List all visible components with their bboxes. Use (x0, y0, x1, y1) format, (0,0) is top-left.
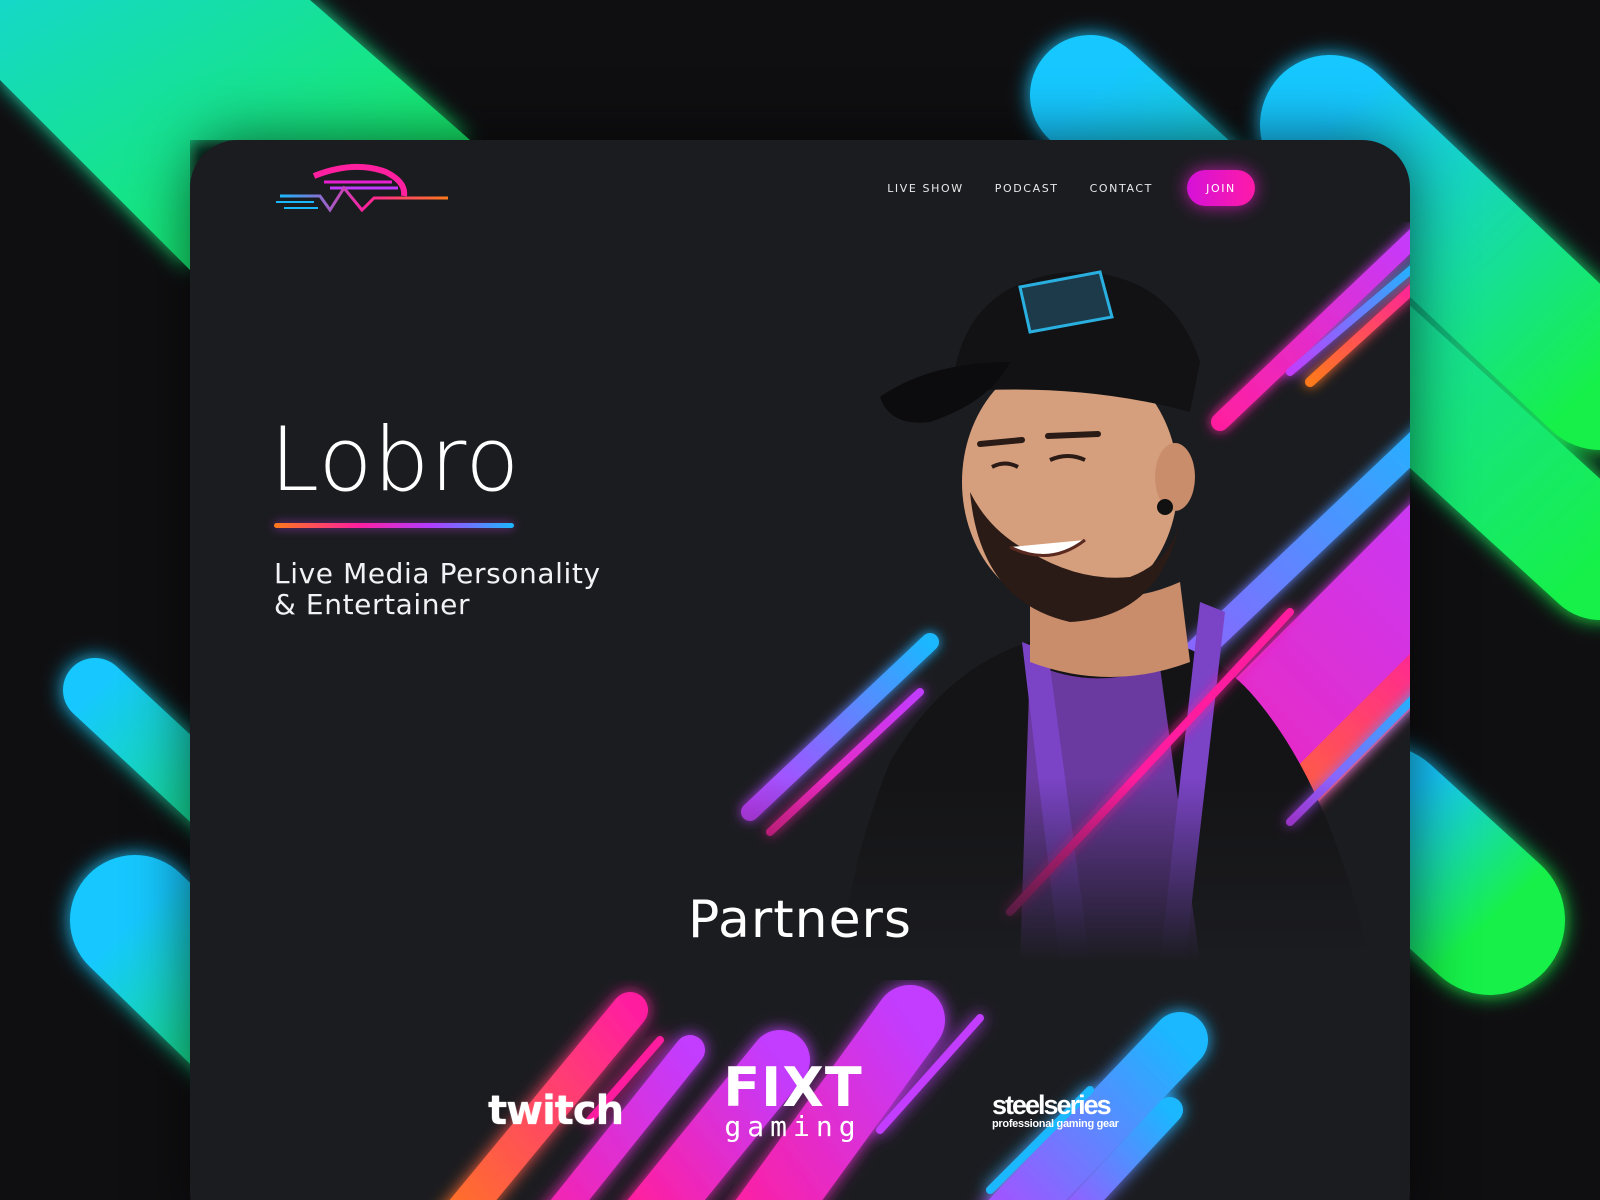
main-nav: LIVE SHOW PODCAST CONTACT JOIN (856, 170, 1255, 206)
steelseries-logo-top: steelseries (992, 1090, 1112, 1120)
nav-podcast[interactable]: PODCAST (995, 182, 1059, 195)
helmet-speed-logo-icon[interactable] (274, 158, 448, 222)
fixt-logo-bottom: gaming (724, 1110, 862, 1143)
title-underline (274, 523, 514, 528)
join-button[interactable]: JOIN (1187, 170, 1255, 206)
hero-title: Lobro (270, 408, 521, 511)
hero-subtitle: Live Media Personality & Entertainer (274, 558, 674, 620)
nav-contact[interactable]: CONTACT (1090, 182, 1153, 195)
fixt-gaming-logo[interactable]: FIXT gaming (718, 1056, 868, 1143)
twitch-logo[interactable]: twitch (488, 1088, 624, 1134)
subtitle-line-1: Live Media Personality (274, 557, 601, 590)
nav-live-show[interactable]: LIVE SHOW (887, 182, 964, 195)
website-card: LIVE SHOW PODCAST CONTACT JOIN Lobro Liv… (190, 140, 1410, 1200)
steelseries-logo[interactable]: steelseries professional gaming gear (992, 1092, 1152, 1131)
steelseries-logo-tagline: professional gaming gear (992, 1118, 1119, 1130)
fixt-logo-top: FIXT (723, 1056, 863, 1119)
hero-portrait (730, 222, 1410, 962)
partners-heading: Partners (687, 890, 913, 950)
subtitle-line-2: & Entertainer (274, 588, 471, 621)
